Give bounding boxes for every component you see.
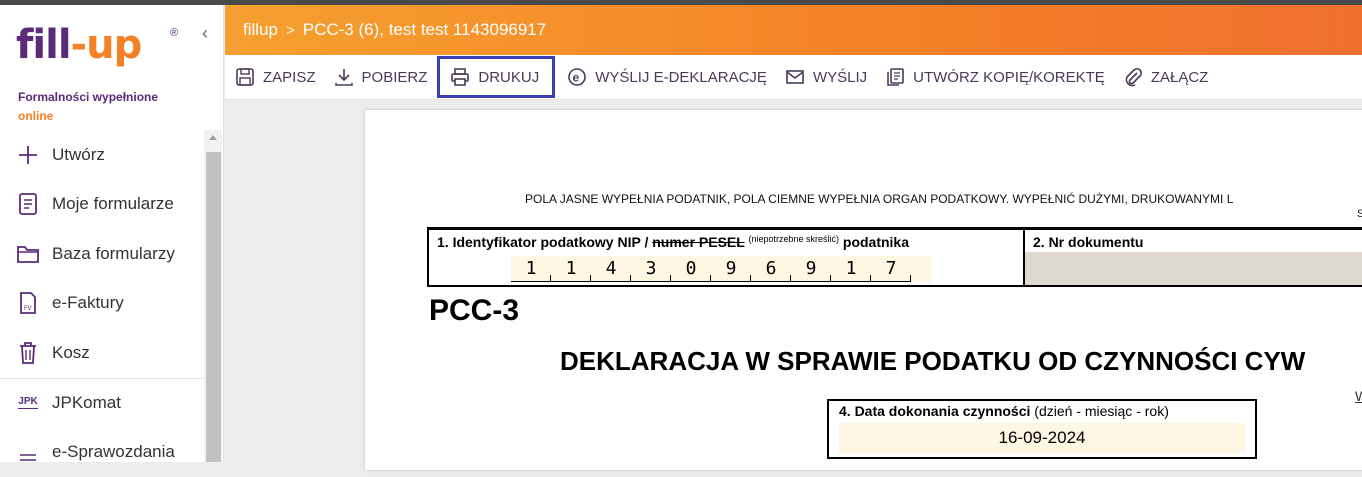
instruction-note: POLA JASNE WYPEŁNIA PODATNIK, POLA CIEMN… (525, 192, 1234, 206)
sidebar: fill-up ® ‹ Formalności wypełnione onlin… (0, 5, 224, 462)
save-icon (236, 68, 254, 86)
nip-digit: 7 (871, 256, 911, 282)
sidebar-item-trash[interactable]: Kosz (0, 328, 204, 378)
collapse-sidebar-icon[interactable]: ‹ (202, 23, 208, 44)
document-icon (16, 192, 40, 216)
nip-digit: 1 (831, 256, 871, 282)
toolbar: ZAPISZ POBIERZ DRUKUJ e WYŚLIJ E-DEKLARA… (225, 55, 1362, 100)
envelope-icon (786, 70, 804, 84)
nip-digit: 1 (551, 256, 591, 282)
create-copy-button[interactable]: UTWÓRZ KOPIĘ/KOREKTĘ (885, 67, 1105, 87)
field-document-number: 2. Nr dokumentu (1025, 227, 1362, 287)
form-title: DEKLARACJA W SPRAWIE PODATKU OD CZYNNOŚC… (560, 346, 1306, 376)
form-code: PCC-3 (429, 294, 520, 327)
nip-digit: 0 (671, 256, 711, 282)
invoice-icon: FV (16, 291, 40, 315)
send-e-declaration-button[interactable]: e WYŚLIJ E-DEKLARACJĘ (567, 67, 767, 87)
sidebar-item-label: Moje formularze (52, 194, 174, 214)
sidebar-item-form-base[interactable]: Baza formularzy (0, 229, 204, 279)
sidebar-scrollbar-thumb[interactable] (206, 152, 221, 462)
scroll-up-arrow-icon[interactable] (209, 135, 217, 140)
sidebar-item-label: e-Sprawozdania (52, 441, 175, 461)
sidebar-item-jpkomat[interactable]: JPK JPKomat (0, 377, 204, 428)
nip-input[interactable]: 1 1 4 3 0 9 6 9 1 7 (511, 256, 931, 282)
tagline-line2: online (18, 109, 54, 123)
tagline-line1: Formalności wypełnione (18, 90, 159, 104)
sidebar-item-label: Utwórz (52, 144, 105, 164)
download-icon (334, 69, 353, 86)
field-nip-label: 1. Identyfikator podatkowy NIP / numer P… (437, 234, 910, 250)
tagline: Formalności wypełnione online (18, 88, 158, 126)
sidebar-item-create[interactable]: Utwórz (0, 130, 204, 180)
copy-icon (887, 68, 904, 86)
trash-icon (16, 341, 40, 365)
jpk-icon: JPK (18, 396, 38, 410)
sidebar-item-label: Kosz (52, 342, 90, 362)
link-fragment[interactable]: W (1355, 388, 1362, 404)
breadcrumb-current: PCC-3 (6), test test 1143096917 (302, 20, 547, 39)
date-input[interactable]: 16-09-2024 (839, 423, 1245, 453)
instruction-note-cont: S (1357, 208, 1362, 220)
breadcrumb-separator: > (285, 21, 295, 39)
print-button[interactable]: DRUKUJ (437, 56, 556, 98)
svg-text:e: e (573, 71, 580, 85)
sidebar-item-e-reports[interactable]: e-Sprawozdania (0, 427, 204, 477)
attach-button[interactable]: ZAŁĄCZ (1123, 67, 1208, 87)
field-document-number-label: 2. Nr dokumentu (1033, 234, 1144, 250)
report-icon (16, 440, 40, 464)
sidebar-item-my-forms[interactable]: Moje formularze (0, 180, 204, 230)
download-button[interactable]: POBIERZ (334, 67, 427, 87)
field-nip: 1. Identyfikator podatkowy NIP / numer P… (427, 227, 1025, 287)
field-date-label: 4. Data dokonania czynności (dzień - mie… (839, 403, 1169, 419)
nip-digit: 9 (711, 256, 751, 282)
nip-digit: 1 (511, 256, 551, 282)
breadcrumb-root[interactable]: fillup (243, 20, 278, 40)
sidebar-nav: Utwórz Moje formularze Baza formularzy F… (0, 130, 204, 477)
svg-text:FV: FV (24, 306, 32, 312)
logo[interactable]: fill-up (16, 25, 142, 65)
save-button[interactable]: ZAPISZ (235, 67, 316, 87)
header-breadcrumb: fillup > PCC-3 (6), test test 1143096917 (225, 5, 1362, 55)
nip-digit: 3 (631, 256, 671, 282)
e-declaration-icon: e (568, 68, 587, 86)
folder-icon (16, 242, 40, 266)
registered-mark: ® (170, 27, 179, 39)
sidebar-item-label: e-Faktury (52, 293, 124, 313)
printer-icon (451, 68, 470, 86)
sidebar-item-label: Baza formularzy (52, 243, 175, 263)
nip-digit: 4 (591, 256, 631, 282)
sidebar-item-e-invoices[interactable]: FV e-Faktury (0, 279, 204, 329)
paperclip-icon (1125, 67, 1142, 87)
plus-icon (16, 143, 40, 167)
document-page: POLA JASNE WYPEŁNIA PODATNIK, POLA CIEMN… (365, 110, 1362, 470)
field-date: 4. Data dokonania czynności (dzień - mie… (827, 399, 1257, 459)
sidebar-item-label: JPKomat (52, 392, 121, 412)
nip-digit: 6 (751, 256, 791, 282)
send-button[interactable]: WYŚLIJ (785, 67, 867, 87)
nip-digit: 9 (791, 256, 831, 282)
